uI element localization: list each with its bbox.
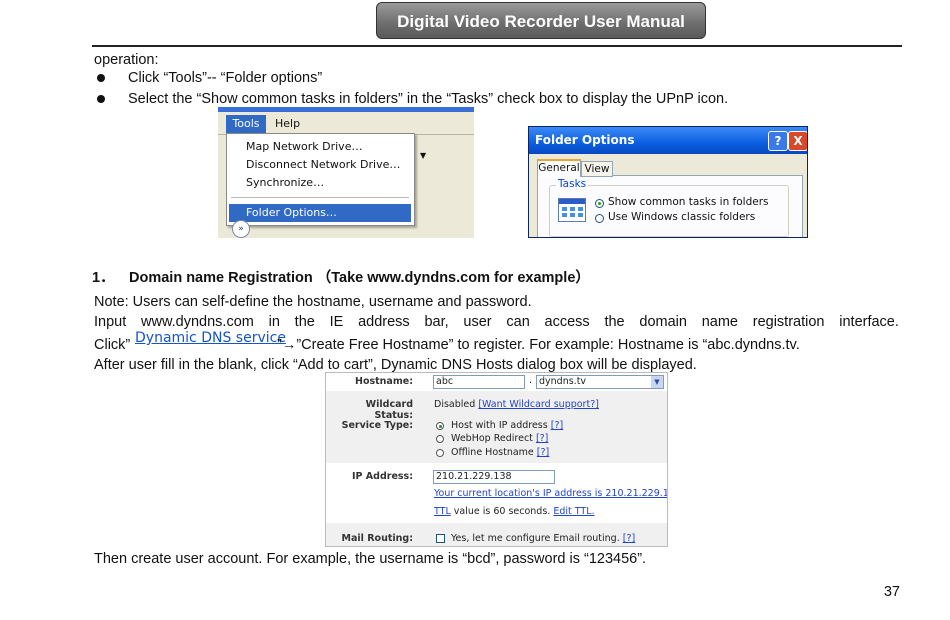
mail-routing-text: Yes, let me configure Email routing. [451,533,620,544]
menu-item-map-network-drive[interactable]: Map Network Drive… [246,138,362,156]
domain-separator: . [529,375,533,386]
manual-header-title: Digital Video Recorder User Manual [376,2,706,39]
section-number: 1． [92,270,115,286]
ttl-info: TTL value is 60 seconds. Edit TTL. [434,506,595,517]
ttl-link[interactable]: TTL [434,506,451,517]
tools-menu-screenshot: Tools Help ▼ Map Network Drive… Disconne… [218,107,474,238]
option-classic-folders: Use Windows classic folders [608,211,756,223]
radio-classic-folders[interactable] [595,214,604,223]
domain-select-value: dyndns.tv [539,376,587,387]
page-number: 37 [883,584,900,600]
folder-tasks-icon [558,198,586,222]
word: the [604,314,625,330]
dynamic-dns-service-link[interactable]: Dynamic DNS service [135,329,286,347]
mail-routing-option: Yes, let me configure Email routing. [?] [451,533,635,544]
note-text: Note: Users can self-define the hostname… [94,294,532,310]
ttl-text: value is 60 seconds. [453,506,551,517]
service-webhop-redirect: WebHop Redirect [451,433,533,444]
word: the [294,314,315,330]
radio-webhop-redirect[interactable] [436,435,444,443]
ip-address-input[interactable]: 210.21.229.138 [433,470,555,484]
tasks-group-label: Tasks [556,178,589,190]
bullet-icon [97,95,105,103]
radio-show-common-tasks[interactable] [595,199,604,208]
close-button[interactable]: X [788,131,807,151]
option-show-common-tasks: Show common tasks in folders [608,196,769,208]
click-prefix: Click” [94,337,131,353]
menu-help[interactable]: Help [275,115,300,133]
section-title: Domain name Registration （Take www.dyndn… [129,270,590,286]
tab-general[interactable]: General [537,159,581,177]
wildcard-status: Disabled [434,399,476,410]
chevron-double-up-icon[interactable]: » [232,220,250,238]
wildcard-support-link[interactable]: [Want Wildcard support?] [478,399,599,410]
header-rule [92,45,902,47]
radio-offline-hostname[interactable] [436,449,444,457]
dyndns-form-screenshot: Hostname: abc . dyndns.tv ▼ Wildcard Sta… [325,372,668,547]
word: can [506,314,530,330]
word: registration [752,314,825,330]
current-ip-link[interactable]: Your current location's IP address is 21… [434,488,667,499]
click-instruction: ”→”Create Free Hostname” to register. Fo… [277,337,800,353]
word: bar, [424,314,449,330]
word: access [544,314,590,330]
wildcard-value: Disabled [Want Wildcard support?] [434,399,599,410]
word: user [463,314,492,330]
service-type-label: Service Type: [341,420,413,431]
dropdown-arrow-icon: ▼ [420,151,427,160]
tools-dropdown-menu: Map Network Drive… Disconnect Network Dr… [226,133,415,226]
domain-select[interactable]: dyndns.tv ▼ [536,375,664,389]
edit-ttl-link[interactable]: Edit TTL. [553,506,594,517]
service-option-2: WebHop Redirect [?] [451,433,548,444]
word: interface. [839,314,899,330]
menu-item-folder-options[interactable]: Folder Options… [246,204,337,222]
chevron-down-icon[interactable]: ▼ [651,376,663,388]
menu-separator [231,197,409,198]
word: address [358,314,410,330]
menu-tools[interactable]: Tools [226,115,266,133]
word: name [701,314,738,330]
bullet-text-2: Select the “Show common tasks in folders… [128,91,729,107]
menu-item-synchronize[interactable]: Synchronize… [246,174,324,192]
wildcard-label: Wildcard Status: [365,399,413,421]
bullet-icon [97,74,105,82]
help-link[interactable]: [?] [536,433,548,444]
operation-label: operation: [94,52,159,68]
help-link[interactable]: [?] [623,533,635,544]
help-link[interactable]: [?] [537,447,549,458]
mail-routing-label: Mail Routing: [341,533,413,544]
word: Input [94,314,127,330]
ip-address-label: IP Address: [352,471,413,482]
current-ip-info: Your current location's IP address is 21… [434,488,667,499]
create-account-text: Then create user account. For example, t… [94,551,647,567]
service-option-3: Offline Hostname [?] [451,447,549,458]
hostname-input[interactable]: abc [433,375,525,389]
service-host-with-ip: Host with IP address [451,420,548,431]
radio-host-with-ip[interactable] [436,422,444,430]
menu-item-disconnect-network-drive[interactable]: Disconnect Network Drive… [246,156,400,174]
hostname-label: Hostname: [355,376,413,387]
service-offline-hostname: Offline Hostname [451,447,534,458]
help-link[interactable]: [?] [551,420,563,431]
tab-view[interactable]: View [581,161,613,177]
word: domain [639,314,687,330]
folder-options-screenshot: Folder Options ? X General View Tasks Sh… [528,126,808,238]
mail-routing-checkbox[interactable] [436,534,445,543]
word: IE [329,314,344,330]
help-button[interactable]: ? [768,131,788,151]
service-option-1: Host with IP address [?] [451,420,563,431]
dialog-title: Folder Options [535,133,635,147]
bullet-text-1: Click “Tools”-- “Folder options” [128,70,323,86]
